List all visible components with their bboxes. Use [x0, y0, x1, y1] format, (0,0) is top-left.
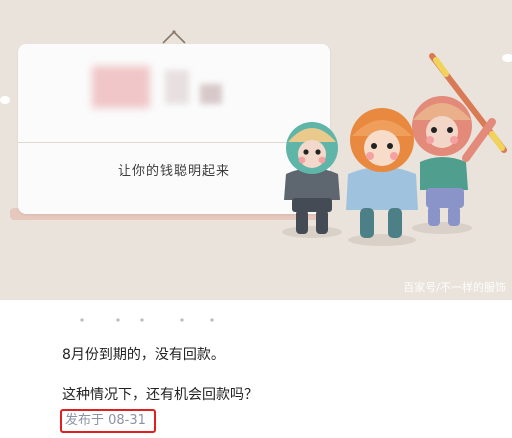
blurred-logo	[200, 84, 222, 104]
post-text-line: 8月份到期的，没有回款。	[62, 347, 225, 363]
decor-speck	[0, 96, 10, 104]
page: 让你的钱聪明起来 百家号/不一样的服饰 8月份到期的，没有回款。 这种情况下，还…	[0, 0, 512, 438]
cropped-text-remnant	[80, 318, 214, 322]
article-banner-image: 让你的钱聪明起来 百家号/不一样的服饰	[0, 0, 512, 300]
blurred-logo	[165, 70, 189, 104]
publish-date: 发布于 08-31	[60, 409, 156, 433]
post-body: 8月份到期的，没有回款。 这种情况下，还有机会回款吗？ 发布于 08-31	[0, 300, 512, 438]
watermark-text: 百家号/不一样的服饰	[403, 281, 506, 294]
post-text-line: 这种情况下，还有机会回款吗？	[62, 387, 258, 403]
board-hanger	[162, 30, 186, 44]
blurred-logo	[92, 66, 150, 108]
cartoon-characters-illustration	[282, 53, 507, 246]
